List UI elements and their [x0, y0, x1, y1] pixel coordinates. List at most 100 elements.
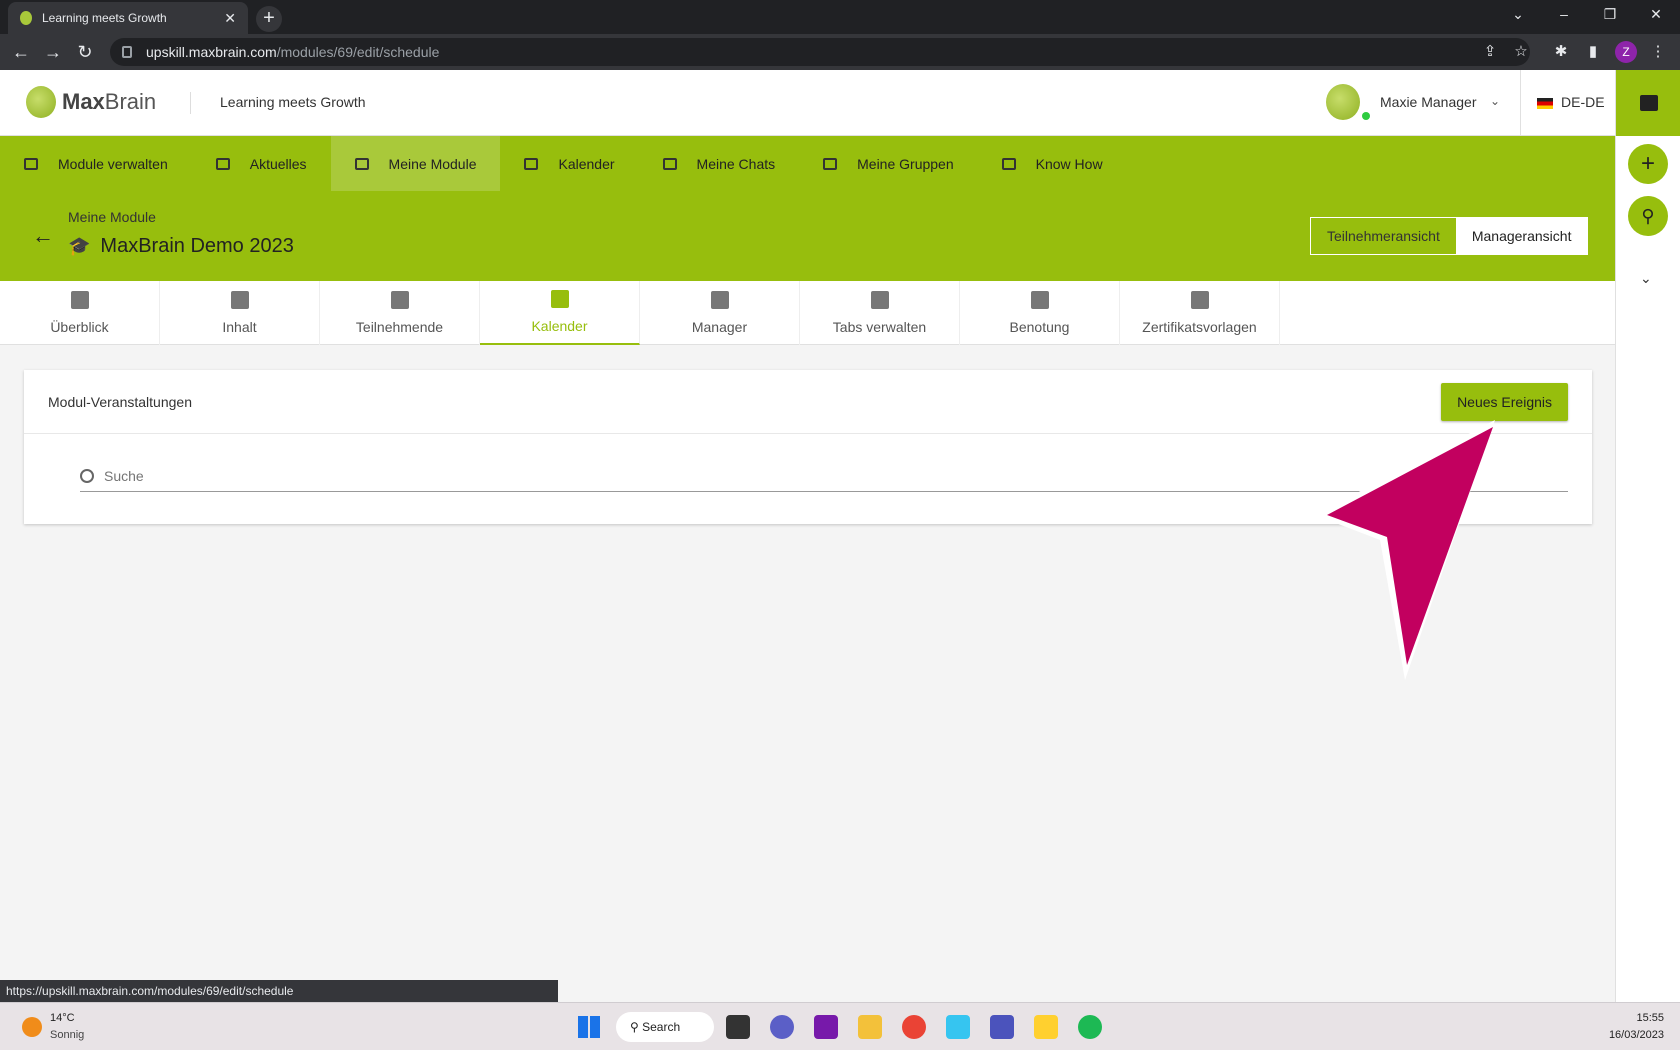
new-tab-button[interactable]: + [256, 6, 282, 32]
chevron-down-icon[interactable]: ⌄ [1490, 94, 1500, 108]
forward-icon[interactable]: → [42, 42, 64, 62]
calendar-icon [524, 157, 539, 170]
grade-document-icon [1030, 291, 1049, 309]
module-subtabs: Überblick Inhalt Teilnehmende Kalender M… [0, 281, 1615, 345]
sun-icon[interactable] [22, 1017, 42, 1037]
dashboard-icon [70, 291, 89, 309]
back-arrow-icon[interactable]: ← [32, 223, 54, 249]
nav-meine-chats[interactable]: Meine Chats [639, 136, 800, 191]
module-header: ← Meine Module 🎓 MaxBrain Demo 2023 Teil… [0, 191, 1615, 281]
browser-menu-icon[interactable]: ⋮ [1648, 42, 1668, 60]
nav-meine-gruppen[interactable]: Meine Gruppen [799, 136, 978, 191]
spotify-icon[interactable] [1078, 1015, 1102, 1039]
bookmark-star-icon[interactable]: ☆ [1511, 42, 1531, 60]
chrome-icon[interactable] [902, 1015, 926, 1039]
tab-zertifikatsvorlagen[interactable]: Zertifikatsvorlagen [1120, 281, 1280, 345]
language-selector[interactable]: DE-DE [1561, 94, 1605, 110]
teams-icon[interactable] [990, 1015, 1014, 1039]
card-title: Modul-Veranstaltungen [48, 394, 192, 410]
chat-button[interactable] [1616, 70, 1680, 136]
side-panel-icon[interactable]: ▮ [1583, 42, 1603, 60]
nav-know-how[interactable]: Know How [978, 136, 1127, 191]
participant-view-button[interactable]: Teilnehmeransicht [1311, 218, 1456, 254]
tagline: Learning meets Growth [220, 94, 366, 110]
taskbar-search[interactable]: ⚲ Search [616, 1012, 714, 1042]
back-icon[interactable]: ← [10, 42, 32, 62]
task-view-icon[interactable] [726, 1015, 750, 1039]
extensions-icon[interactable]: ✱ [1551, 42, 1571, 60]
miro-icon[interactable] [1034, 1015, 1058, 1039]
windows-start-icon[interactable] [578, 1016, 600, 1038]
certificate-settings-icon [1190, 291, 1209, 309]
folder-icon [230, 291, 249, 309]
status-url-bar: https://upskill.maxbrain.com/modules/69/… [0, 980, 558, 1002]
nav-aktuelles[interactable]: Aktuelles [192, 136, 331, 191]
nav-kalender[interactable]: Kalender [500, 136, 638, 191]
news-icon [215, 157, 230, 170]
favicon-icon [20, 11, 32, 25]
tab-search-icon[interactable]: ⌄ [1508, 6, 1528, 23]
main-nav: Module verwalten Aktuelles Meine Module … [0, 136, 1615, 191]
nav-meine-module[interactable]: Meine Module [330, 136, 501, 191]
search-icon [80, 468, 94, 483]
tab-teilnehmende[interactable]: Teilnehmende [320, 281, 480, 345]
slack-icon[interactable] [946, 1015, 970, 1039]
logo-text: MaxBrain [62, 89, 157, 114]
url-path: /modules/69/edit/schedule [276, 44, 440, 60]
book-icon [1001, 157, 1016, 170]
view-toggle: Teilnehmeransicht Manageransicht [1310, 217, 1589, 255]
online-status-dot [1362, 112, 1370, 120]
minimize-icon[interactable]: – [1554, 6, 1574, 22]
app-header: MaxBrain Learning meets Growth Maxie Man… [0, 70, 1615, 136]
annotation-arrow [1315, 420, 1495, 680]
search-icon[interactable]: ⚲ [1628, 196, 1668, 236]
people-icon [390, 291, 409, 309]
lang-divider [1520, 70, 1521, 136]
share-icon[interactable]: ⇪ [1480, 42, 1500, 60]
file-explorer-icon[interactable] [858, 1015, 882, 1039]
tab-kalender[interactable]: Kalender [480, 281, 640, 345]
tab-inhalt[interactable]: Inhalt [160, 281, 320, 345]
inbox-icon [662, 157, 677, 170]
clock-time: 15:55 [1636, 1012, 1664, 1024]
tab-title: Learning meets Growth [42, 11, 167, 25]
maxbrain-logo[interactable]: MaxBrain [26, 86, 156, 118]
reload-icon[interactable]: ↻ [74, 42, 96, 62]
tab-tabs-verwalten[interactable]: Tabs verwalten [800, 281, 960, 345]
browser-titlebar: Learning meets Growth ✕ + ⌄ – ❐ ✕ [0, 0, 1680, 34]
graduation-cap-icon: 🎓 [68, 236, 91, 256]
calendar-icon [550, 290, 569, 308]
user-avatar[interactable] [1326, 84, 1360, 120]
profile-avatar[interactable]: Z [1615, 41, 1637, 63]
close-window-icon[interactable]: ✕ [1646, 6, 1666, 23]
brain-logo-icon [26, 86, 56, 118]
weather-description: Sonnig [50, 1029, 85, 1041]
nav-module-verwalten[interactable]: Module verwalten [0, 136, 192, 191]
add-button[interactable]: + [1628, 144, 1668, 184]
manager-view-button[interactable]: Manageransicht [1455, 218, 1588, 254]
onenote-icon[interactable] [814, 1015, 838, 1039]
windows-taskbar: 14°C Sonnig ⚲ Search 15:55 16/03/2023 [0, 1002, 1680, 1050]
lock-icon [122, 46, 132, 58]
tab-manager[interactable]: Manager [640, 281, 800, 345]
tab-close-icon[interactable]: ✕ [224, 10, 236, 27]
chevron-down-icon[interactable]: ⌄ [1640, 270, 1652, 287]
module-manage-icon [24, 157, 38, 170]
right-rail: + ⚲ ⌄ [1615, 70, 1680, 1002]
user-name[interactable]: Maxie Manager [1380, 94, 1477, 110]
clock-date: 16/03/2023 [1608, 1029, 1664, 1041]
tab-ueberblick[interactable]: Überblick [0, 281, 160, 345]
people-icon [710, 291, 729, 309]
module-title-text: MaxBrain Demo 2023 [100, 235, 294, 257]
chat-icon [1639, 95, 1658, 111]
window-icon [870, 291, 889, 309]
groups-icon [823, 157, 838, 170]
address-bar[interactable]: upskill.maxbrain.com /modules/69/edit/sc… [110, 38, 1530, 66]
weather-temperature: 14°C [50, 1012, 75, 1024]
chat-app-icon[interactable] [770, 1015, 794, 1039]
maximize-icon[interactable]: ❐ [1600, 6, 1620, 23]
breadcrumb[interactable]: Meine Module [68, 209, 156, 225]
browser-tab[interactable]: Learning meets Growth ✕ [8, 2, 248, 34]
browser-toolbar: ← → ↻ upskill.maxbrain.com /modules/69/e… [0, 34, 1680, 70]
tab-benotung[interactable]: Benotung [960, 281, 1120, 345]
